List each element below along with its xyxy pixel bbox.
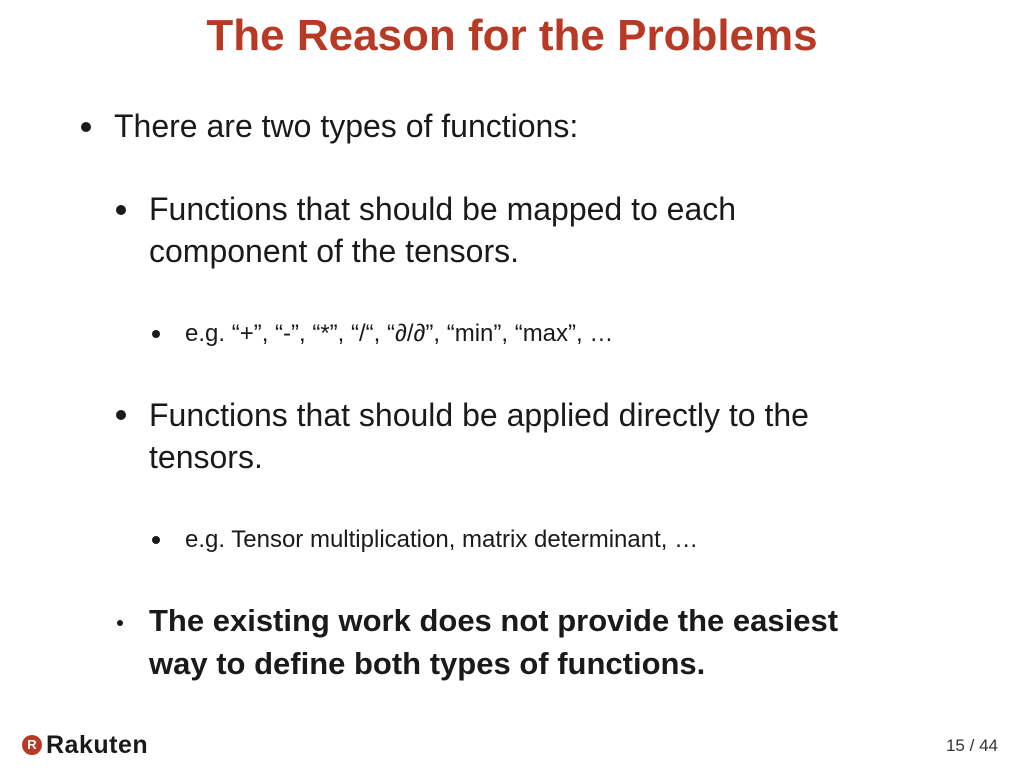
- bullet-conclusion-line2: way to define both types of functions.: [149, 646, 706, 681]
- bullet-dot: [117, 620, 123, 626]
- bullet-mapped-example: e.g. “+”, “-”, “*”, “/“, “∂/∂”, “min”, “…: [185, 320, 614, 347]
- page-separator: /: [969, 736, 975, 755]
- page-current: 15: [945, 736, 965, 755]
- rakuten-logo: R Rakuten: [22, 730, 148, 760]
- rakuten-logo-text: Rakuten: [46, 730, 149, 759]
- bullet-dot: [152, 536, 160, 544]
- bullet-applied-line1: Functions that should be applied directl…: [149, 397, 809, 433]
- bullet-conclusion-line1: The existing work does not provide the e…: [149, 603, 839, 638]
- bullet-dot: [81, 122, 91, 132]
- rakuten-logo-icon: R: [22, 735, 42, 755]
- page-number: 15 / 44: [946, 736, 998, 756]
- bullet-dot: [116, 205, 126, 215]
- slide-title: The Reason for the Problems: [206, 11, 818, 60]
- page-total: 44: [979, 736, 998, 755]
- bullet-applied-example: e.g. Tensor multiplication, matrix deter…: [185, 526, 699, 553]
- bullet-mapped-line2: component of the tensors.: [149, 233, 519, 269]
- bullet-intro: There are two types of functions:: [114, 108, 579, 144]
- bullet-mapped-line1: Functions that should be mapped to each: [149, 191, 737, 227]
- bullet-dot: [116, 410, 126, 420]
- bullet-applied-line2: tensors.: [149, 439, 263, 475]
- bullet-dot: [152, 330, 160, 338]
